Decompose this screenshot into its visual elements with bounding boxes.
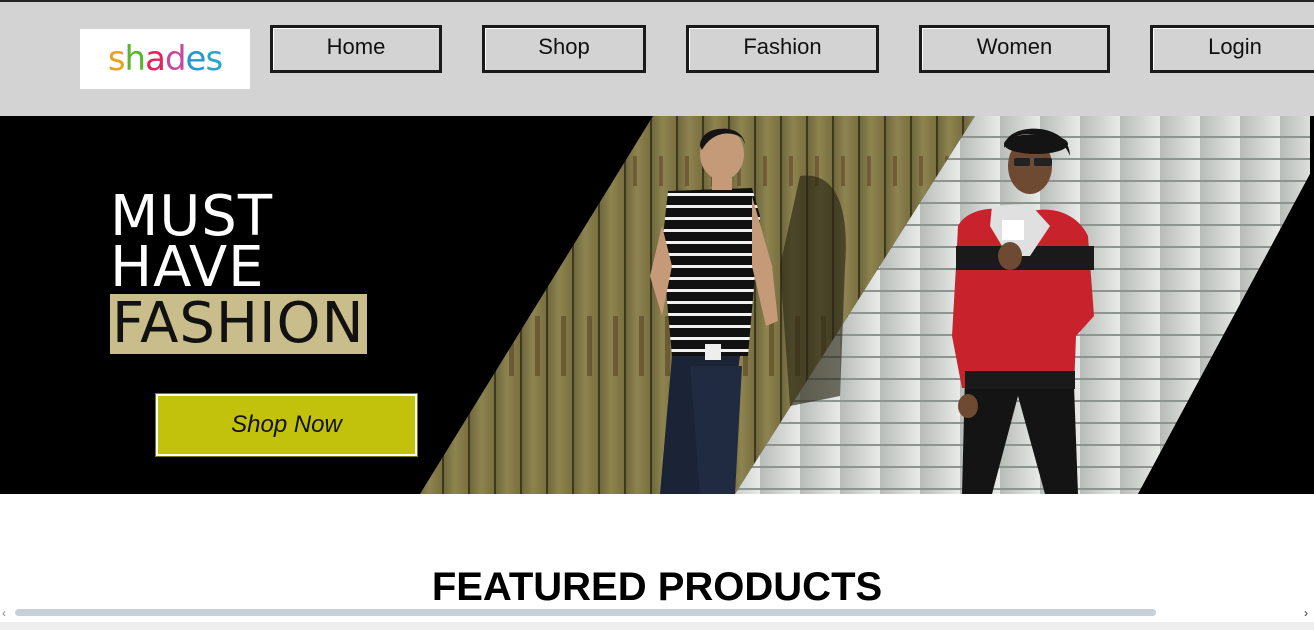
logo-letter: d	[164, 39, 187, 79]
logo-letter: h	[124, 39, 147, 79]
scrollbar-thumb[interactable]	[15, 609, 1156, 616]
headline-accent: FASHION	[110, 291, 367, 356]
nav-login-button[interactable]: Login	[1150, 25, 1314, 73]
nav-fashion-button[interactable]: Fashion	[686, 25, 879, 73]
hero-banner: MUST HAVE FASHION Shop Now	[0, 116, 1314, 494]
site-header: shades Home Shop Fashion Women Login	[0, 2, 1314, 116]
horizontal-scrollbar[interactable]: ‹ ›	[0, 604, 1314, 622]
logo-wordmark: shades	[107, 39, 223, 79]
logo-letter: s	[107, 39, 126, 79]
nav-women-button[interactable]: Women	[919, 25, 1110, 73]
scroll-left-arrow-icon[interactable]: ‹	[2, 604, 6, 622]
scroll-right-arrow-icon[interactable]: ›	[1304, 604, 1308, 622]
shop-now-button[interactable]: Shop Now	[155, 393, 418, 457]
bottom-edge-strip	[0, 622, 1314, 630]
nav-shop-button[interactable]: Shop	[482, 25, 646, 73]
hero-headline: MUST HAVE FASHION	[110, 189, 367, 356]
nav-home-button[interactable]: Home	[270, 25, 442, 73]
logo-letter: a	[145, 39, 166, 79]
headline-line: HAVE	[110, 235, 265, 300]
logo-letter: s	[205, 39, 223, 79]
shades-logo[interactable]: shades	[80, 29, 250, 89]
logo-letter: e	[185, 39, 207, 79]
